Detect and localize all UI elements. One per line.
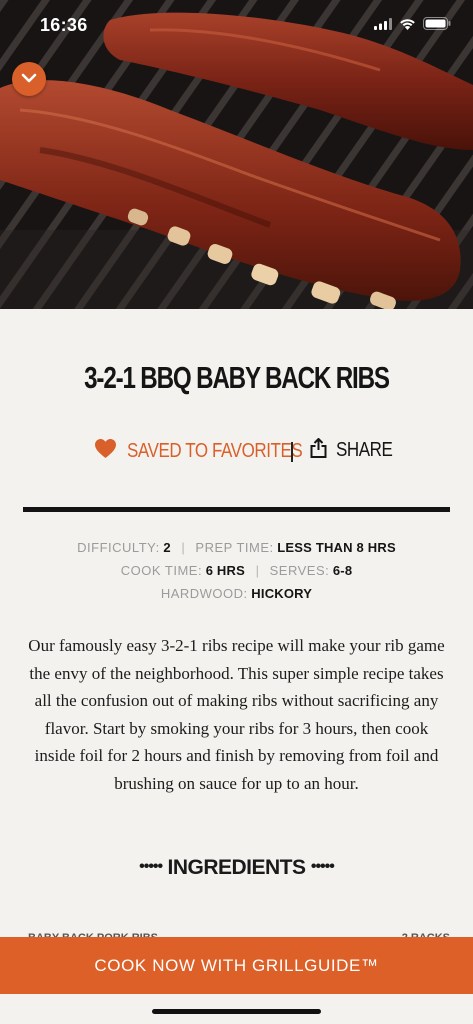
ingredients-title: INGREDIENTS [167, 856, 306, 879]
meta-row-2: COOK TIME: 6 HRS | SERVES: 6-8 [0, 563, 473, 578]
collapse-button[interactable] [12, 62, 46, 96]
meta-row-1: DIFFICULTY: 2 | PREP TIME: LESS THAN 8 H… [0, 540, 473, 555]
ingredients-heading: ••••• INGREDIENTS ••••• [0, 856, 473, 880]
cook-time-value: 6 HRS [205, 563, 245, 578]
actions-divider [291, 442, 293, 462]
battery-icon [423, 17, 451, 35]
heading-dots-left: ••••• [139, 858, 163, 875]
meta-separator: | [181, 540, 185, 555]
cook-time-label: COOK TIME: [120, 563, 203, 578]
share-button[interactable]: SHARE [310, 438, 402, 463]
wifi-icon [399, 17, 416, 35]
home-indicator[interactable] [152, 1009, 321, 1014]
heading-dots-right: ••••• [310, 858, 335, 875]
status-icons [374, 17, 451, 35]
favorite-label: SAVED TO FAVORITES [127, 439, 303, 462]
signal-icon [374, 17, 392, 35]
recipe-title: 3-2-1 BBQ BABY BACK RIBS [84, 360, 390, 395]
hardwood-label: HARDWOOD: [160, 586, 248, 601]
meta-row-3: HARDWOOD: HICKORY [0, 586, 473, 601]
prep-time-label: PREP TIME: [195, 540, 274, 555]
hardwood-value: HICKORY [251, 586, 313, 601]
heart-icon [94, 438, 117, 464]
chevron-down-icon [21, 70, 37, 88]
recipe-actions: SAVED TO FAVORITES SHARE [0, 438, 473, 466]
status-bar: 16:36 [0, 0, 473, 52]
difficulty-label: DIFFICULTY: [77, 540, 160, 555]
serves-value: 6-8 [332, 563, 353, 578]
share-icon [310, 438, 327, 463]
serves-label: SERVES: [269, 563, 330, 578]
cook-now-button[interactable]: COOK NOW WITH GRILLGUIDE™ [0, 937, 473, 994]
status-time: 16:36 [40, 15, 88, 35]
prep-time-value: LESS THAN 8 HRS [277, 540, 396, 555]
recipe-description: Our famously easy 3-2-1 ribs recipe will… [28, 636, 445, 793]
difficulty-value: 2 [163, 540, 171, 555]
favorite-button[interactable]: SAVED TO FAVORITES [94, 438, 333, 464]
meta-separator: | [255, 563, 259, 578]
share-label: SHARE [336, 439, 393, 461]
cook-now-label: COOK NOW WITH GRILLGUIDE™ [94, 955, 379, 975]
section-divider [23, 507, 450, 512]
